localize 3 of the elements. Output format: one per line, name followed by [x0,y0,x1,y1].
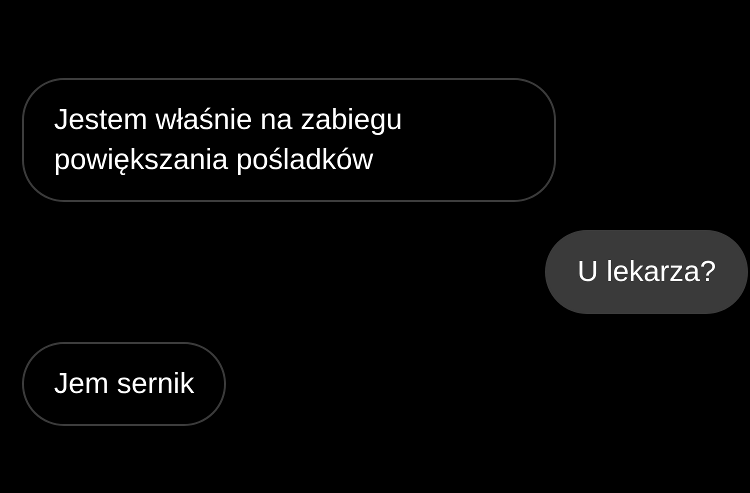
sent-message: U lekarza? [545,230,748,314]
received-message: Jestem właśnie na zabiegu powiększania pośladków [22,78,556,202]
received-message: Jem sernik [22,342,226,426]
